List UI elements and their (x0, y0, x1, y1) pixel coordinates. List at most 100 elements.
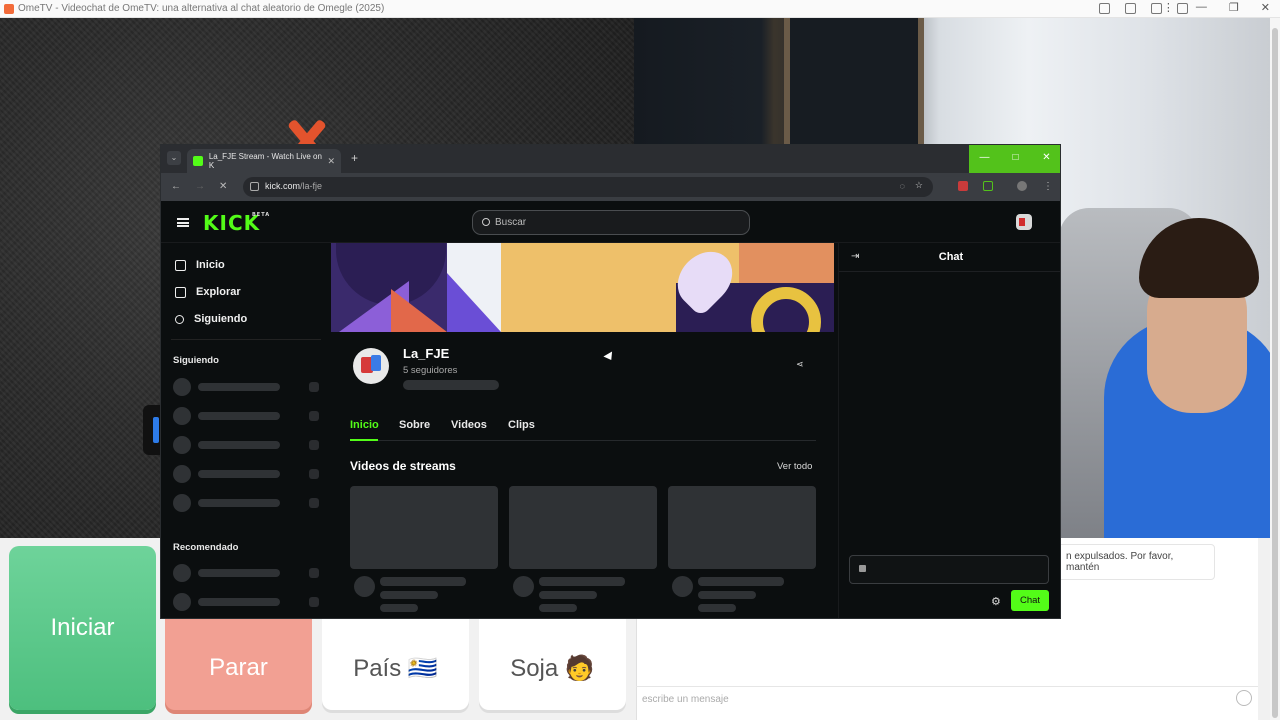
skeleton-row (173, 465, 323, 483)
outer-tab-title[interactable]: OmeTV - Videochat de OmeTV: una alternat… (18, 3, 384, 14)
chat-message-input[interactable]: escribe un mensaje (636, 686, 1258, 712)
tab-inicio[interactable]: Inicio (350, 419, 379, 431)
video-card-skeleton (350, 486, 498, 612)
search-placeholder: Buscar (495, 217, 527, 228)
kick-page: KICK BETA Buscar Inicio Explorar Siguien… (161, 201, 1060, 618)
tab-videos[interactable]: Videos (451, 419, 487, 431)
outer-browser-titlebar: OmeTV - Videochat de OmeTV: una alternat… (0, 0, 1280, 18)
channel-avatar[interactable] (353, 348, 389, 384)
kick-logo[interactable]: KICK BETA (203, 211, 269, 235)
minimize-icon[interactable]: — (1196, 1, 1207, 14)
side-tab-handle[interactable] (143, 405, 161, 455)
back-icon[interactable]: ← (171, 181, 181, 192)
menu-icon[interactable]: ⋮ (1043, 181, 1053, 192)
recommended-heading: Recomendado (173, 542, 239, 553)
gender-label: Soja 🧑 (510, 654, 595, 682)
chat-header: ⇥ Chat (839, 243, 1060, 272)
sidebar-item-explorar[interactable]: Explorar (175, 284, 241, 300)
skeleton-row (173, 407, 323, 425)
kick-navbar: ← → ✕ kick.com/la-fje ◌ ☆ ⋮ (161, 173, 1060, 201)
url-domain: kick.com (265, 181, 301, 191)
kick-window-controls: — □ ✕ (969, 145, 1060, 173)
chat-title: Chat (938, 251, 964, 263)
follower-count: 5 seguidores (403, 365, 458, 376)
country-label: País 🇺🇾 (353, 654, 438, 682)
kick-tabbar: ⌄ La_FJE Stream - Watch Live on K ✕ + — … (161, 145, 1060, 173)
kick-header: KICK BETA Buscar (161, 201, 1060, 243)
chat-send-button[interactable]: Chat (1011, 590, 1049, 611)
kick-maximize-icon[interactable]: □ (1000, 145, 1031, 173)
lock-icon (859, 565, 866, 572)
kick-tab[interactable]: La_FJE Stream - Watch Live on K ✕ (187, 149, 341, 173)
share-icon[interactable]: ⋖ (796, 359, 806, 369)
skeleton-row (173, 436, 323, 454)
video-card-skeleton (509, 486, 657, 612)
chat-panel: ⇥ Chat ⚙ Chat (838, 243, 1060, 618)
stop-label: Parar (209, 654, 268, 681)
close-icon[interactable]: ✕ (1261, 1, 1270, 14)
sidebar-item-inicio[interactable]: Inicio (175, 257, 225, 273)
system-message: n expulsados. Por favor, mantén (1055, 544, 1215, 580)
tab-search-icon[interactable]: ⌄ (167, 151, 181, 165)
more-menu-icon[interactable]: ⋮ (1163, 1, 1174, 14)
search-input[interactable]: Buscar (472, 210, 750, 235)
profile-icon[interactable] (1017, 181, 1027, 191)
user-avatar[interactable] (1016, 214, 1032, 230)
beta-badge: BETA (252, 212, 271, 218)
ometv-favicon-icon (4, 3, 14, 14)
skeleton-row (173, 564, 323, 582)
explore-icon (175, 286, 186, 298)
restore-icon[interactable]: ❐ (1229, 1, 1239, 14)
kick-favicon-icon (193, 156, 203, 166)
channel-main: La_FJE 5 seguidores ⋖ Inicio Sobre Video… (331, 243, 834, 618)
eye-off-icon[interactable] (1151, 3, 1162, 14)
skeleton-row (173, 378, 323, 396)
address-bar[interactable]: kick.com/la-fje ◌ ☆ (243, 177, 933, 197)
page: OmeTV - Videochat de OmeTV: una alternat… (0, 0, 1280, 720)
skeleton-row (173, 593, 323, 611)
skeleton-row (173, 494, 323, 512)
translate-icon[interactable] (1125, 3, 1136, 14)
url-path: /la-fje (300, 181, 323, 191)
background-window (784, 18, 924, 148)
start-button[interactable]: Iniciar (9, 546, 156, 710)
extension-icon[interactable] (958, 181, 968, 191)
tab-close-icon[interactable]: ✕ (327, 156, 335, 167)
heart-icon (173, 312, 186, 326)
active-tab-indicator (350, 439, 378, 441)
kick-close-icon[interactable]: ✕ (1031, 145, 1060, 173)
kick-sidebar: Inicio Explorar Siguiendo Siguiendo Reco… (161, 243, 326, 618)
camera-icon[interactable] (1099, 3, 1110, 14)
search-icon (482, 218, 490, 226)
tab-clips[interactable]: Clips (508, 419, 535, 431)
outer-window-controls: ⋮ — ❐ ✕ (1163, 1, 1270, 14)
sidebar-item-label: Siguiendo (194, 313, 248, 325)
skeleton-bar (403, 380, 499, 390)
forward-icon[interactable]: → (195, 181, 205, 192)
chat-input[interactable] (849, 555, 1049, 584)
see-all-link[interactable]: Ver todo (777, 461, 812, 472)
gear-icon[interactable]: ⚙ (991, 595, 1001, 608)
sidebar-item-label: Explorar (196, 286, 241, 298)
kick-minimize-icon[interactable]: — (969, 145, 1000, 173)
kick-browser-window: ⌄ La_FJE Stream - Watch Live on K ✕ + — … (160, 144, 1061, 619)
bookmark-star-icon[interactable]: ☆ (915, 180, 923, 191)
channel-name: La_FJE (403, 346, 450, 361)
new-tab-icon[interactable]: + (351, 151, 358, 165)
tab-sobre[interactable]: Sobre (399, 419, 430, 431)
sidebar-item-siguiendo[interactable]: Siguiendo (173, 311, 248, 327)
hamburger-menu-icon[interactable] (177, 218, 189, 227)
home-icon (175, 259, 186, 271)
reload-icon[interactable]: ✕ (219, 181, 227, 192)
site-info-icon[interactable] (250, 182, 259, 191)
kick-tab-title: La_FJE Stream - Watch Live on K (208, 152, 322, 170)
section-title: Videos de streams (350, 459, 456, 473)
eye-off-icon[interactable]: ◌ (900, 181, 905, 191)
channel-tabs: Inicio Sobre Videos Clips (350, 415, 816, 441)
emoji-icon[interactable] (1236, 690, 1252, 706)
following-heading: Siguiendo (173, 355, 219, 366)
channel-banner (331, 243, 834, 332)
page-scrollbar[interactable] (1270, 18, 1280, 720)
sidebar-item-label: Inicio (196, 259, 225, 271)
extension-icon[interactable] (983, 181, 993, 191)
